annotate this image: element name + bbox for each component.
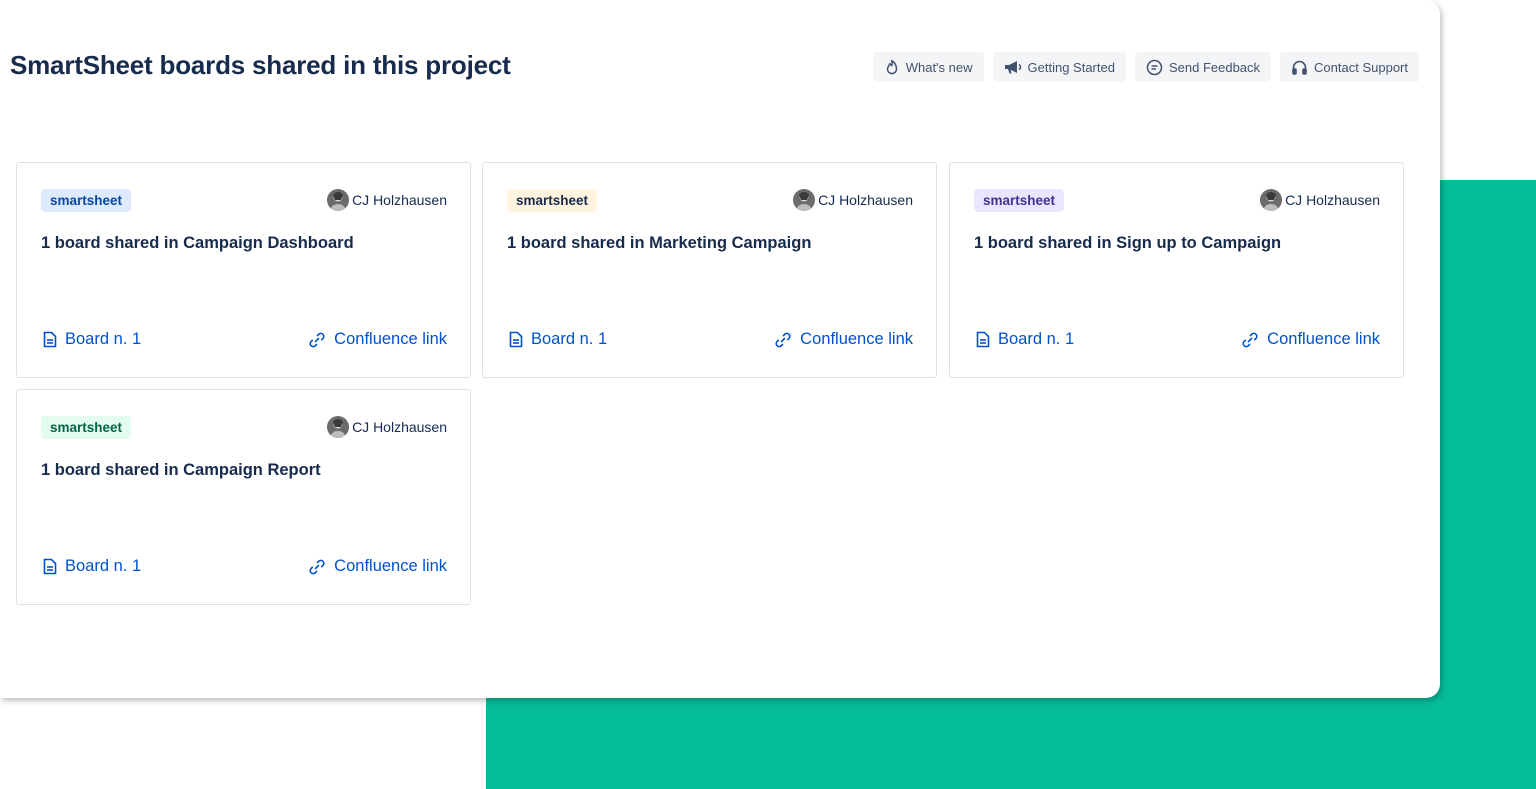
board-link[interactable]: Board n. 1	[976, 330, 1074, 349]
board-link[interactable]: Board n. 1	[43, 557, 141, 576]
card-links: Board n. 1 Confluence link	[509, 330, 913, 349]
card-header: smartsheet CJ Holzhausen	[41, 415, 447, 439]
smartsheet-tag: smartsheet	[41, 188, 132, 212]
document-icon	[43, 331, 57, 348]
main-panel: SmartSheet boards shared in this project…	[0, 0, 1440, 698]
page-title: SmartSheet boards shared in this project	[10, 50, 511, 80]
avatar	[327, 189, 350, 211]
send-feedback-button[interactable]: Send Feedback	[1134, 52, 1272, 82]
board-link[interactable]: Board n. 1	[509, 330, 607, 349]
link-icon	[774, 331, 792, 349]
card-header: smartsheet CJ Holzhausen	[507, 188, 913, 212]
avatar	[327, 416, 350, 438]
avatar	[1260, 189, 1283, 211]
card-title: 1 board shared in Campaign Dashboard	[41, 234, 354, 252]
confluence-link-label: Confluence link	[334, 557, 447, 575]
send-feedback-label: Send Feedback	[1168, 59, 1261, 75]
document-icon	[509, 331, 523, 348]
smartsheet-tag: smartsheet	[507, 188, 598, 212]
feedback-icon	[1146, 59, 1163, 76]
author-name: CJ Holzhausen	[818, 192, 913, 208]
megaphone-icon	[1004, 59, 1022, 75]
confluence-link[interactable]: Confluence link	[1241, 330, 1380, 349]
smartsheet-tag: smartsheet	[41, 415, 132, 439]
document-icon	[43, 558, 57, 575]
board-card: smartsheet CJ Holzhausen 1 board shared …	[949, 162, 1404, 378]
whats-new-button[interactable]: What's new	[872, 52, 984, 82]
link-icon	[308, 331, 326, 349]
getting-started-button[interactable]: Getting Started	[992, 52, 1126, 82]
card-links: Board n. 1 Confluence link	[43, 330, 447, 349]
author-name: CJ Holzhausen	[1285, 192, 1380, 208]
author: CJ Holzhausen	[327, 189, 447, 211]
author: CJ Holzhausen	[1260, 189, 1380, 211]
confluence-link-label: Confluence link	[1267, 330, 1380, 348]
confluence-link[interactable]: Confluence link	[774, 330, 913, 349]
fire-icon	[884, 59, 900, 75]
board-link-label: Board n. 1	[531, 330, 608, 348]
stage: SmartSheet boards shared in this project…	[0, 0, 1536, 789]
avatar	[793, 189, 816, 211]
link-icon	[308, 558, 326, 576]
headset-icon	[1291, 59, 1308, 76]
board-link-label: Board n. 1	[65, 330, 142, 348]
card-header: smartsheet CJ Holzhausen	[41, 188, 447, 212]
document-icon	[976, 331, 990, 348]
contact-support-label: Contact Support	[1314, 59, 1408, 75]
author: CJ Holzhausen	[327, 416, 447, 438]
card-header: smartsheet CJ Holzhausen	[974, 188, 1380, 212]
author-name: CJ Holzhausen	[352, 192, 447, 208]
board-link-label: Board n. 1	[65, 557, 142, 575]
card-links: Board n. 1 Confluence link	[43, 557, 447, 576]
getting-started-label: Getting Started	[1027, 59, 1115, 75]
board-card: smartsheet CJ Holzhausen 1 board shared …	[16, 162, 471, 378]
confluence-link-label: Confluence link	[800, 330, 913, 348]
board-link-label: Board n. 1	[998, 330, 1075, 348]
confluence-link[interactable]: Confluence link	[308, 330, 447, 349]
author: CJ Holzhausen	[793, 189, 913, 211]
whats-new-label: What's new	[905, 59, 973, 75]
board-card: smartsheet CJ Holzhausen 1 board shared …	[482, 162, 937, 378]
top-actions: What's new Getting Started Send Feedback…	[872, 52, 1419, 82]
smartsheet-tag: smartsheet	[974, 188, 1065, 212]
board-link[interactable]: Board n. 1	[43, 330, 141, 349]
card-title: 1 board shared in Marketing Campaign	[507, 234, 812, 252]
confluence-link-label: Confluence link	[334, 330, 447, 348]
contact-support-button[interactable]: Contact Support	[1280, 52, 1419, 82]
link-icon	[1241, 331, 1259, 349]
confluence-link[interactable]: Confluence link	[308, 557, 447, 576]
card-links: Board n. 1 Confluence link	[976, 330, 1380, 349]
card-title: 1 board shared in Campaign Report	[41, 461, 321, 479]
card-title: 1 board shared in Sign up to Campaign	[974, 234, 1282, 252]
author-name: CJ Holzhausen	[352, 419, 447, 435]
board-card: smartsheet CJ Holzhausen 1 board shared …	[16, 389, 471, 605]
